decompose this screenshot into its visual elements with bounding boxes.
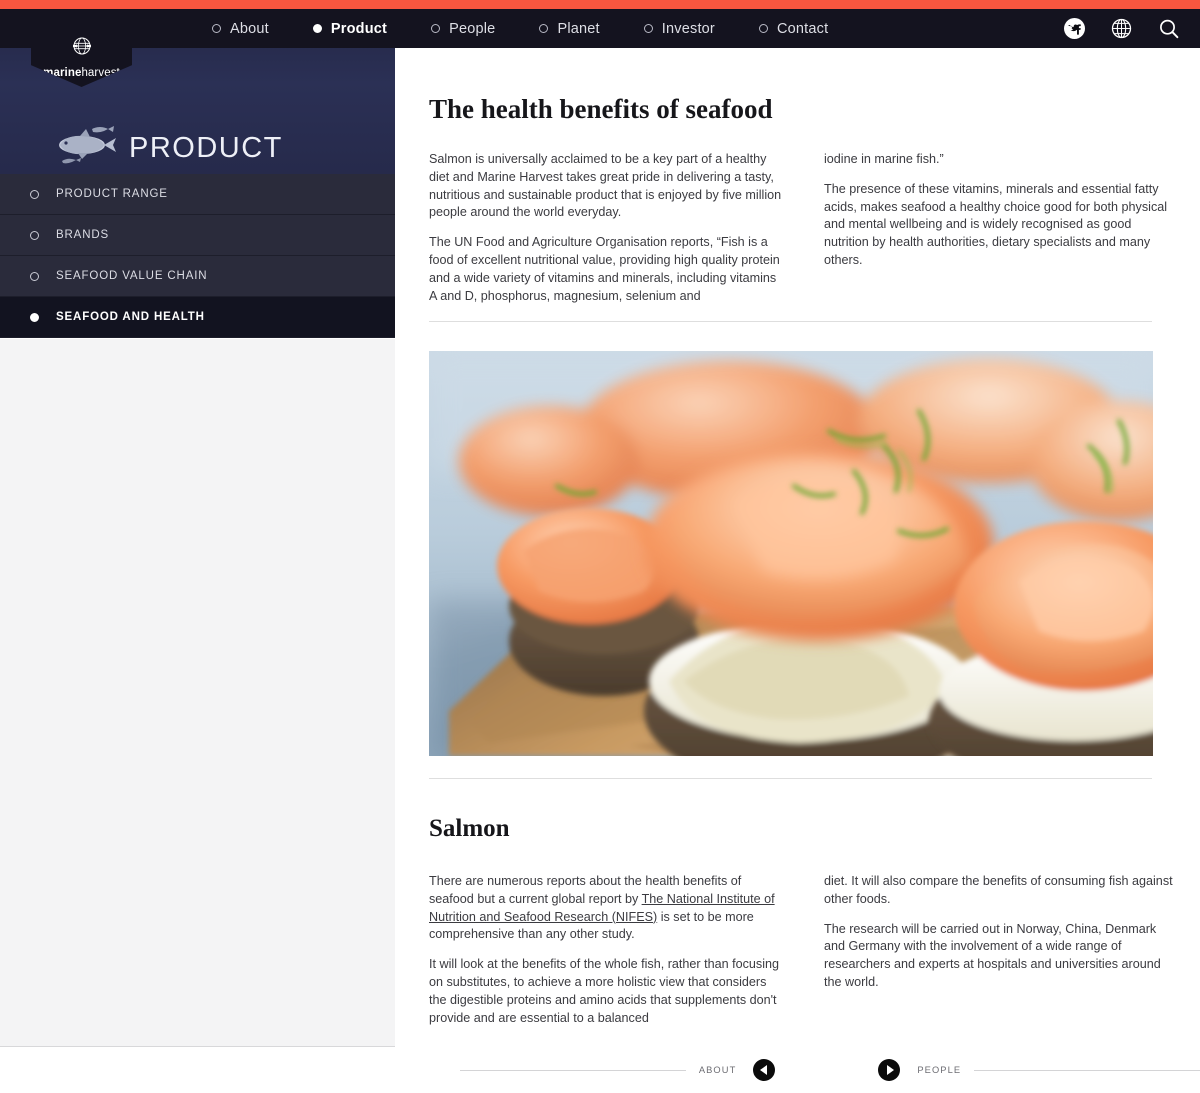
bullet-icon [312, 24, 322, 33]
nav-item-about[interactable]: About [212, 21, 269, 37]
section-heading-health-benefits: The health benefits of seafood [429, 94, 773, 124]
bullet-icon [643, 24, 653, 33]
nav-label: Planet [557, 20, 600, 37]
nav-label: About [230, 20, 269, 37]
pager-next-label[interactable]: PEOPLE [917, 1065, 961, 1075]
sidebar-item-label: SEAFOOD VALUE CHAIN [56, 270, 208, 282]
page-root: PRODUCT About Product People Planet Inve… [0, 0, 1200, 1093]
smoked-salmon-canapes-photo [429, 351, 1153, 756]
section-heading-salmon: Salmon [429, 815, 510, 842]
nav-item-investor[interactable]: Investor [643, 20, 715, 37]
nav-item-planet[interactable]: Planet [539, 20, 600, 37]
nav-label: Product [330, 20, 388, 37]
paragraph-with-link: There are numerous reports about the hea… [429, 873, 784, 944]
section1-left-column: Salmon is universally acclaimed to be a … [429, 151, 784, 305]
search-icon[interactable] [1158, 18, 1180, 40]
main-content: The health benefits of seafood Salmon is… [395, 48, 1200, 1093]
paragraph: The research will be carried out in Norw… [824, 921, 1161, 989]
main-navigation: About Product People Planet Investor Con… [0, 9, 1200, 48]
nav-item-product[interactable]: Product [312, 20, 388, 37]
nav-item-contact[interactable]: Contact [758, 20, 829, 37]
page-title: PRODUCT [129, 132, 283, 164]
section2-right-column: diet. It will also compare the benefits … [824, 873, 1179, 1027]
sidebar-menu: PRODUCT RANGE BRANDS SEAFOOD VALUE CHAIN… [0, 174, 395, 338]
bullet-icon [30, 230, 39, 240]
divider [429, 778, 1152, 779]
sidebar-item-seafood-value-chain[interactable]: SEAFOOD VALUE CHAIN [0, 256, 395, 297]
paragraph: diet. It will also compare the benefits … [824, 874, 1173, 906]
social-twitter-facebook-icon[interactable] [1064, 18, 1085, 39]
bullet-icon [30, 312, 39, 322]
sidebar-item-brands[interactable]: BRANDS [0, 215, 395, 256]
sidebar-item-label: PRODUCT RANGE [56, 188, 168, 200]
salmon-fish-icon [52, 121, 124, 169]
sidebar-background [0, 339, 395, 1046]
chevron-left-icon [759, 1065, 767, 1075]
paragraph: Salmon is universally acclaimed to be a … [429, 152, 782, 220]
nav-label: Contact [776, 20, 829, 37]
section1-columns: Salmon is universally acclaimed to be a … [429, 151, 1186, 305]
paragraph: The presence of these vitamins, minerals… [824, 181, 1168, 267]
nav-items: About Product People Planet Investor Con… [212, 21, 872, 37]
pager-prev-button[interactable] [753, 1059, 776, 1081]
page-pager: ABOUT PEOPLE [395, 1047, 1200, 1093]
bullet-icon [212, 24, 221, 33]
top-accent-bar [0, 0, 1200, 9]
paragraph: It will look at the benefits of the whol… [429, 957, 780, 1025]
sidebar-footer-area [0, 1047, 395, 1093]
pager-prev-label[interactable]: ABOUT [699, 1065, 737, 1075]
section2-left-column: There are numerous reports about the hea… [429, 873, 784, 1027]
chevron-right-icon [886, 1065, 894, 1075]
pager-next-button[interactable] [878, 1059, 901, 1081]
pager-line-left [460, 1069, 686, 1071]
nav-label: People [449, 20, 496, 37]
globe-language-icon[interactable] [1111, 18, 1132, 39]
nav-label: Investor [661, 20, 715, 37]
paragraph: iodine in marine fish.” [824, 152, 944, 166]
globe-icon [71, 35, 93, 62]
bullet-icon [30, 189, 39, 199]
bullet-icon [539, 24, 549, 33]
nav-icon-group [1064, 9, 1180, 48]
nav-item-people[interactable]: People [431, 21, 495, 37]
sidebar-item-product-range[interactable]: PRODUCT RANGE [0, 174, 395, 215]
sidebar-item-label: SEAFOOD AND HEALTH [56, 311, 205, 323]
section2-columns: There are numerous reports about the hea… [429, 873, 1191, 1027]
bullet-icon [30, 271, 39, 281]
pager-line-right [974, 1069, 1200, 1071]
divider [429, 321, 1152, 322]
sidebar-item-seafood-and-health[interactable]: SEAFOOD AND HEALTH [0, 297, 395, 338]
paragraph: The UN Food and Agriculture Organisation… [429, 235, 780, 303]
section1-right-column: iodine in marine fish.” The presence of … [824, 151, 1179, 305]
bullet-icon [431, 24, 441, 33]
sidebar-item-label: BRANDS [56, 229, 110, 241]
bullet-icon [758, 24, 768, 33]
